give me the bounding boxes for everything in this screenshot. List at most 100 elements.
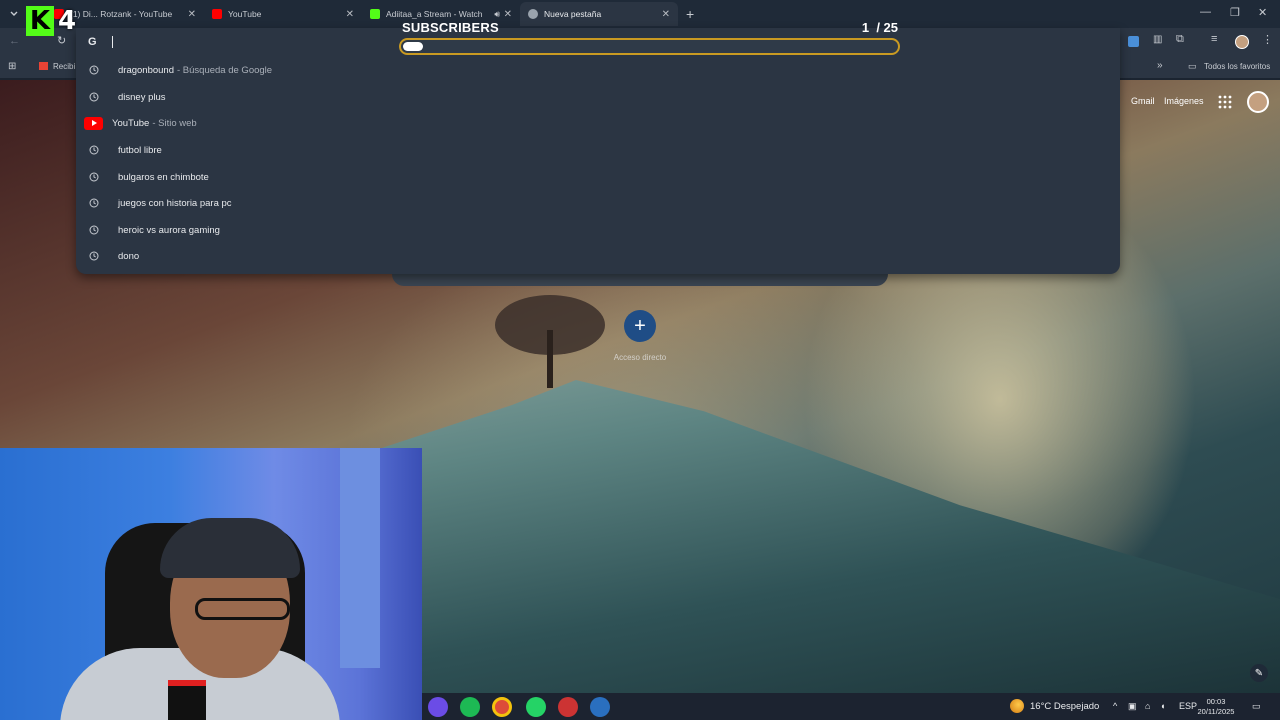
suggestion-text: dragonbound xyxy=(118,64,174,76)
notifications-icon[interactable]: ▭ xyxy=(1252,701,1261,712)
google-g-icon: G xyxy=(88,36,97,48)
suggestion-text: disney plus xyxy=(118,91,166,103)
images-link[interactable]: Imágenes xyxy=(1164,96,1204,106)
app-icon[interactable] xyxy=(558,697,578,717)
extension-icon[interactable] xyxy=(1128,36,1139,47)
customize-pencil-icon[interactable]: ✎ xyxy=(1250,664,1268,682)
youtube-icon xyxy=(212,9,222,19)
kick-viewer-count: 4 xyxy=(58,6,77,36)
wallpaper-tree xyxy=(495,295,605,388)
subscribers-current: 1 xyxy=(861,20,870,35)
speaker-icon[interactable]: 🔊︎ xyxy=(494,9,500,20)
clock-time: 00:03 xyxy=(1206,697,1226,706)
chevron-right-icon[interactable]: » xyxy=(1157,60,1163,71)
extension-icon[interactable]: ▥ xyxy=(1153,34,1162,45)
weather-widget[interactable]: 16°C Despejado xyxy=(1010,699,1099,713)
suggestion-item[interactable]: juegos con historia para pc xyxy=(84,193,232,213)
gmail-icon xyxy=(39,62,48,70)
suggestion-item[interactable]: dono xyxy=(84,246,139,266)
tab-strip: (1) Di... Rotzank - YouTube ✕ YouTube ✕ … xyxy=(0,0,1280,28)
google-apps-icon[interactable] xyxy=(1218,95,1232,109)
add-shortcut-label: Acceso directo xyxy=(613,353,667,362)
whatsapp-icon[interactable] xyxy=(526,697,546,717)
chrome-icon[interactable] xyxy=(492,697,512,717)
tray-app-icon[interactable]: ▣ xyxy=(1128,701,1137,712)
new-tab-button[interactable]: + xyxy=(686,6,694,22)
suggestion-text: juegos con historia para pc xyxy=(118,197,232,209)
suggestion-text: dono xyxy=(118,250,140,262)
spotify-icon[interactable] xyxy=(460,697,480,717)
apps-grid-icon[interactable]: ⊞ xyxy=(8,61,16,72)
add-shortcut-button[interactable]: + xyxy=(624,310,656,342)
suggestion-item[interactable]: heroic vs aurora gaming xyxy=(84,220,220,240)
history-icon xyxy=(87,143,101,157)
suggestion-item[interactable]: disney plus xyxy=(84,87,166,107)
suggestion-item[interactable]: YouTube - Sitio web xyxy=(84,113,197,133)
language-indicator[interactable]: ESP xyxy=(1179,701,1197,711)
moon-weather-icon xyxy=(1010,699,1024,713)
subscribers-goal-title: SUBSCRIBERS xyxy=(402,20,499,35)
suggestion-text: bulgaros en chimbote xyxy=(118,171,209,183)
close-icon[interactable]: ✕ xyxy=(188,9,196,20)
network-icon[interactable]: ⌂ xyxy=(1145,701,1150,711)
suggestion-item[interactable]: dragonbound - Búsqueda de Google xyxy=(84,60,272,80)
suggestion-text: heroic vs aurora gaming xyxy=(118,224,220,236)
volume-icon[interactable]: ◖ xyxy=(1160,701,1165,711)
tray-chevron-up-icon[interactable]: ^ xyxy=(1113,701,1117,711)
tab-new-tab[interactable]: Nueva pestaña ✕ xyxy=(520,2,678,26)
restore-button[interactable]: ❐ xyxy=(1230,6,1240,19)
kick-logo: K xyxy=(26,6,54,36)
kick-icon xyxy=(370,9,380,19)
profile-avatar[interactable] xyxy=(1235,35,1249,49)
history-icon xyxy=(87,170,101,184)
app-icon[interactable] xyxy=(428,697,448,717)
close-window-button[interactable]: ✕ xyxy=(1258,6,1267,19)
tab-label: Adiitaa_a Stream - Watch L... xyxy=(386,9,484,19)
subscribers-goal-bar xyxy=(399,38,900,55)
history-icon xyxy=(87,223,101,237)
suggestion-item[interactable]: bulgaros en chimbote xyxy=(84,167,209,187)
taskbar-clock[interactable]: 00:03 20/11/2025 xyxy=(1196,697,1236,717)
omnibox-dropdown: G dragonbound - Búsqueda de Google disne… xyxy=(76,28,1120,274)
tab-label: YouTube xyxy=(228,9,262,19)
address-bar-input[interactable]: G xyxy=(88,34,113,50)
suggestion-text: YouTube xyxy=(112,117,150,129)
weather-text: 16°C Despejado xyxy=(1030,700,1100,712)
all-favorites-folder[interactable]: Todos los favoritos xyxy=(1204,62,1270,71)
tab-search-button[interactable] xyxy=(2,2,26,26)
youtube-icon xyxy=(84,116,103,130)
history-icon xyxy=(87,90,101,104)
history-icon xyxy=(87,196,101,210)
text-cursor xyxy=(112,36,113,48)
menu-kebab-icon[interactable]: ⋮ xyxy=(1262,33,1273,46)
folder-icon: ▭ xyxy=(1188,61,1197,71)
windows-taskbar xyxy=(422,693,1280,720)
chevron-down-icon xyxy=(10,11,18,16)
media-control-icon[interactable]: ≡ xyxy=(1211,33,1217,45)
tab-label: Nueva pestaña xyxy=(544,9,602,19)
gmail-link[interactable]: Gmail xyxy=(1131,96,1155,106)
webcam-person-glasses xyxy=(195,598,290,620)
history-icon xyxy=(87,249,101,263)
tab-youtube[interactable]: YouTube ✕ xyxy=(204,2,362,26)
suggestion-suffix: - Sitio web xyxy=(152,117,197,129)
suggestion-suffix: - Búsqueda de Google xyxy=(177,64,273,76)
history-icon xyxy=(87,63,101,77)
google-account-avatar[interactable] xyxy=(1247,91,1269,113)
subscribers-target: / 25 xyxy=(876,20,898,35)
tab-label: (1) Di... Rotzank - YouTube xyxy=(70,9,173,19)
suggestion-text: futbol libre xyxy=(118,144,162,156)
plus-icon: + xyxy=(634,314,646,337)
steam-icon[interactable] xyxy=(590,697,610,717)
webcam-feed xyxy=(0,448,422,720)
close-icon[interactable]: ✕ xyxy=(504,9,512,20)
minimize-button[interactable]: — xyxy=(1200,6,1211,18)
puzzle-icon[interactable]: ⧉ xyxy=(1176,33,1184,46)
suggestion-item[interactable]: futbol libre xyxy=(84,140,162,160)
back-icon[interactable]: ← xyxy=(9,35,20,47)
subscribers-goal-fill xyxy=(403,42,423,51)
kick-viewer-overlay: K 4 xyxy=(26,6,76,36)
close-icon[interactable]: ✕ xyxy=(346,9,354,20)
subscribers-goal-count: 1 / 25 xyxy=(820,20,898,35)
close-icon[interactable]: ✕ xyxy=(662,9,670,20)
